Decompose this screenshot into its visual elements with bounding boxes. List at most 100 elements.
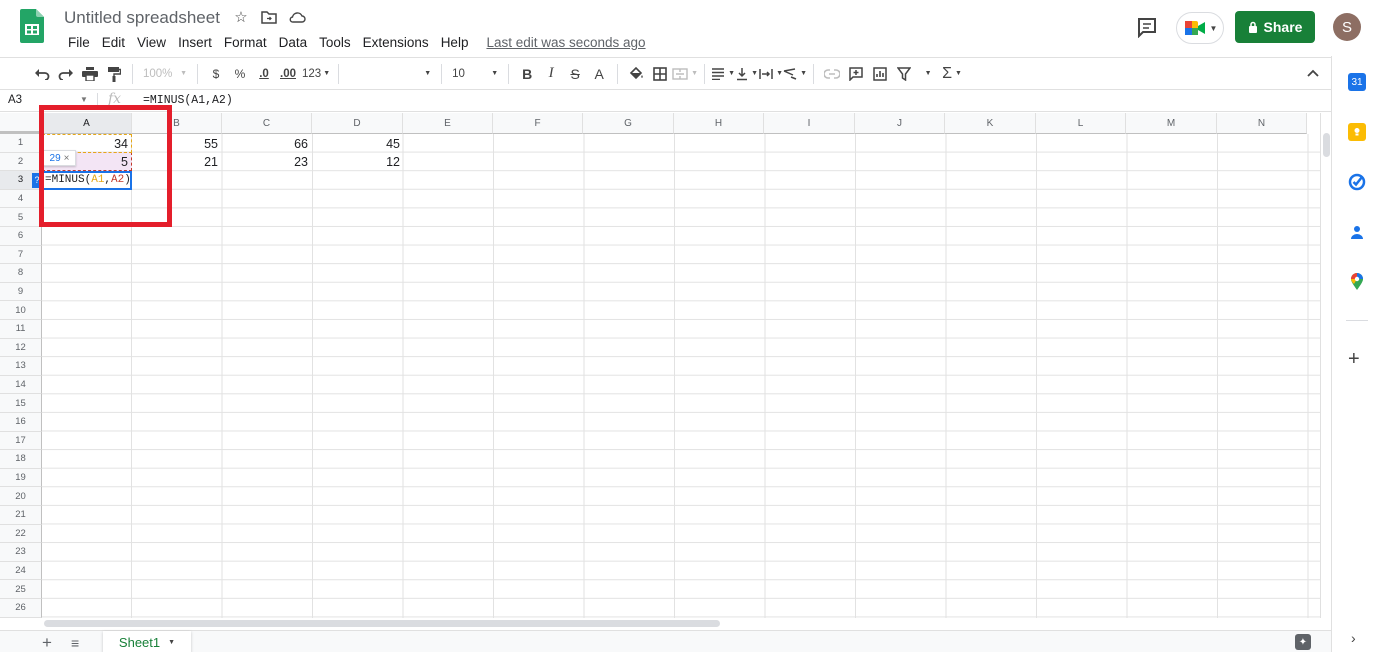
meet-button[interactable]: ▼ — [1176, 12, 1224, 44]
column-header-j[interactable]: J — [855, 113, 945, 134]
row-header-12[interactable]: 12 — [0, 338, 42, 358]
more-formats-button[interactable]: 123 ▼ — [300, 62, 332, 86]
calendar-icon[interactable]: 31 — [1348, 73, 1366, 91]
vertical-scroll-thumb[interactable] — [1323, 133, 1330, 157]
italic-button[interactable]: I — [539, 62, 563, 86]
cloud-status-icon[interactable] — [288, 8, 306, 26]
vertical-scrollbar[interactable] — [1320, 113, 1331, 618]
menu-edit[interactable]: Edit — [96, 33, 131, 52]
insert-comment-icon[interactable] — [844, 62, 868, 86]
row-header-21[interactable]: 21 — [0, 506, 42, 525]
row-header-25[interactable]: 25 — [0, 580, 42, 599]
insert-link-icon[interactable] — [820, 62, 844, 86]
row-header-7[interactable]: 7 — [0, 245, 42, 265]
paint-format-icon[interactable] — [102, 62, 126, 86]
column-header-h[interactable]: H — [674, 113, 764, 134]
decrease-decimal-button[interactable]: .0 — [252, 62, 276, 86]
column-header-e[interactable]: E — [403, 113, 493, 134]
row-header-23[interactable]: 23 — [0, 543, 42, 562]
select-all-corner[interactable] — [0, 113, 42, 134]
keep-icon[interactable] — [1348, 123, 1366, 141]
move-folder-icon[interactable] — [260, 8, 278, 26]
row-header-11[interactable]: 11 — [0, 320, 42, 339]
maps-icon[interactable] — [1348, 273, 1366, 291]
row-header-24[interactable]: 24 — [0, 561, 42, 581]
text-color-button[interactable]: A — [587, 62, 611, 86]
cell-c2[interactable]: 23 — [222, 153, 311, 171]
zoom-select[interactable]: 100% ▼ — [139, 62, 191, 86]
format-percent-button[interactable]: % — [228, 62, 252, 86]
row-header-17[interactable]: 17 — [0, 431, 42, 451]
menu-help[interactable]: Help — [435, 33, 475, 52]
row-header-2[interactable]: 2 — [0, 152, 42, 172]
chevron-right-icon[interactable]: › — [1351, 630, 1356, 646]
cell-c1[interactable]: 66 — [222, 135, 311, 153]
column-header-d[interactable]: D — [312, 113, 403, 134]
name-box[interactable]: A3 — [8, 94, 22, 106]
column-header-n[interactable]: N — [1217, 113, 1307, 134]
comment-history-icon[interactable] — [1136, 16, 1158, 38]
spreadsheet-grid[interactable]: ABCDEFGHIJKLMN 1 2 3 4 5 6 7 8 9 10 11 12 13 14 15 16 17… — [0, 113, 1331, 618]
menu-extensions[interactable]: Extensions — [357, 33, 435, 52]
increase-decimal-button[interactable]: .00 — [276, 62, 300, 86]
menu-data[interactable]: Data — [273, 33, 314, 52]
row-header-10[interactable]: 10 — [0, 301, 42, 320]
sheet-tab-sheet1[interactable]: Sheet1 ▼ — [103, 631, 191, 652]
cell-area[interactable] — [42, 134, 1322, 618]
last-edit-link[interactable]: Last edit was seconds ago — [480, 33, 651, 52]
column-header-k[interactable]: K — [945, 113, 1036, 134]
explore-icon[interactable]: ✦ — [1295, 634, 1311, 650]
horizontal-align-icon[interactable]: ▼ — [711, 62, 735, 86]
format-currency-button[interactable]: $ — [204, 62, 228, 86]
strikethrough-button[interactable]: S — [563, 62, 587, 86]
column-header-m[interactable]: M — [1126, 113, 1217, 134]
all-sheets-icon[interactable]: ≡ — [71, 635, 79, 651]
row-header-18[interactable]: 18 — [0, 450, 42, 469]
fill-color-icon[interactable] — [624, 62, 648, 86]
doc-title[interactable]: Untitled spreadsheet — [64, 8, 220, 28]
add-sheet-icon[interactable]: + — [42, 633, 52, 652]
horizontal-scroll-thumb[interactable] — [44, 620, 720, 627]
tasks-icon[interactable] — [1348, 173, 1366, 191]
merge-cells-icon[interactable]: ▼ — [672, 62, 698, 86]
menu-tools[interactable]: Tools — [313, 33, 357, 52]
column-header-c[interactable]: C — [222, 113, 312, 134]
redo-icon[interactable] — [54, 62, 78, 86]
row-header-20[interactable]: 20 — [0, 487, 42, 506]
row-header-22[interactable]: 22 — [0, 524, 42, 544]
font-family-select[interactable]: ▼ — [345, 62, 435, 86]
menu-file[interactable]: File — [62, 33, 96, 52]
contacts-icon[interactable] — [1348, 223, 1366, 241]
font-size-select[interactable]: 10 ▼ — [448, 62, 502, 86]
column-header-i[interactable]: I — [764, 113, 855, 134]
insert-chart-icon[interactable] — [868, 62, 892, 86]
cell-d2[interactable]: 12 — [312, 153, 403, 171]
add-addon-icon[interactable]: + — [1348, 348, 1360, 371]
text-rotation-icon[interactable]: ▼ — [783, 62, 807, 86]
column-header-g[interactable]: G — [583, 113, 674, 134]
row-header-13[interactable]: 13 — [0, 357, 42, 376]
row-header-1[interactable]: 1 — [0, 134, 42, 153]
horizontal-scrollbar[interactable] — [42, 618, 1320, 629]
menu-format[interactable]: Format — [218, 33, 273, 52]
row-header-9[interactable]: 9 — [0, 282, 42, 302]
filter-icon[interactable] — [892, 62, 916, 86]
menu-insert[interactable]: Insert — [172, 33, 218, 52]
chevron-down-icon[interactable]: ▼ — [80, 95, 88, 104]
row-header-8[interactable]: 8 — [0, 264, 42, 283]
cell-d1[interactable]: 45 — [312, 135, 403, 153]
share-button[interactable]: Share — [1235, 11, 1315, 43]
functions-button[interactable]: Σ ▼ — [940, 62, 964, 86]
column-header-l[interactable]: L — [1036, 113, 1126, 134]
print-icon[interactable] — [78, 62, 102, 86]
text-wrap-icon[interactable]: ▼ — [759, 62, 783, 86]
vertical-align-icon[interactable]: ▼ — [735, 62, 759, 86]
chevron-down-icon[interactable]: ▼ — [168, 639, 175, 646]
borders-icon[interactable] — [648, 62, 672, 86]
avatar[interactable]: S — [1333, 13, 1361, 41]
bold-button[interactable]: B — [515, 62, 539, 86]
sheets-logo-icon[interactable] — [20, 9, 44, 43]
row-header-6[interactable]: 6 — [0, 227, 42, 246]
row-header-26[interactable]: 26 — [0, 599, 42, 618]
column-header-f[interactable]: F — [493, 113, 583, 134]
